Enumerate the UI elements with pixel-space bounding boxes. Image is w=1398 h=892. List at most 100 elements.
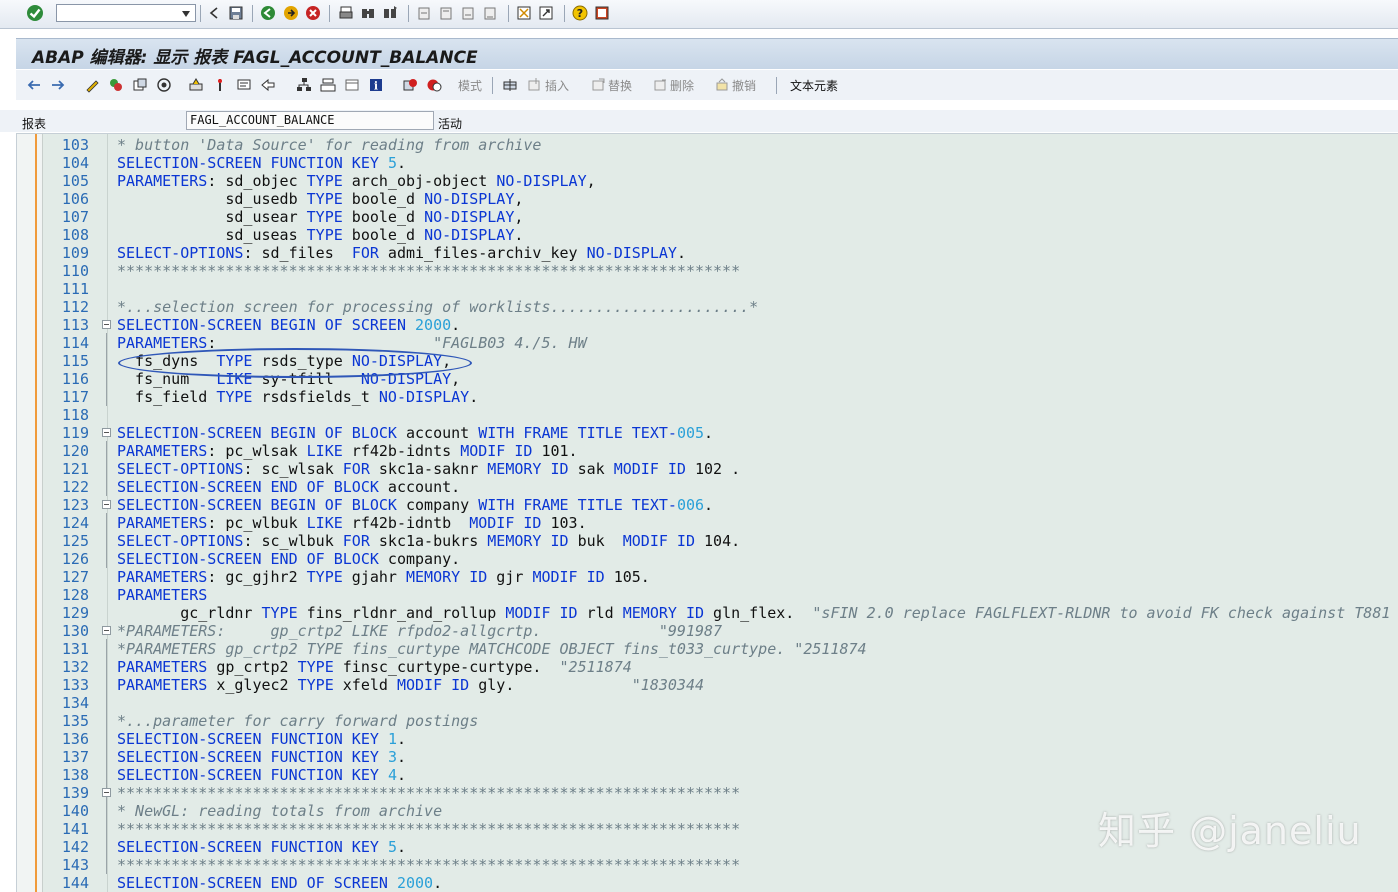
previous-page-icon[interactable] <box>438 5 454 21</box>
code-line[interactable]: 129 gc_rldnr TYPE fins_rldnr_and_rollup … <box>17 604 1398 622</box>
code-line[interactable]: 106 sd_usedb TYPE boole_d NO-DISPLAY, <box>17 190 1398 208</box>
fullscreen-icon[interactable] <box>344 77 360 93</box>
code-line[interactable]: 143*************************************… <box>17 856 1398 874</box>
code-line[interactable]: 109SELECT-OPTIONS: sd_files FOR admi_fil… <box>17 244 1398 262</box>
print-icon[interactable] <box>338 5 354 21</box>
code-token: *...selection screen for processing of w… <box>117 298 758 316</box>
code-line[interactable]: 111 <box>17 280 1398 298</box>
code-line[interactable]: 107 sd_usear TYPE boole_d NO-DISPLAY, <box>17 208 1398 226</box>
pretty-printer-icon[interactable] <box>502 77 518 93</box>
program-name-field[interactable]: FAGL_ACCOUNT_BALANCE <box>186 111 434 130</box>
code-line[interactable]: 127PARAMETERS: gc_gjhr2 TYPE gjahr MEMOR… <box>17 568 1398 586</box>
forward-arrow-icon[interactable] <box>50 77 66 93</box>
next-page-icon[interactable] <box>460 5 476 21</box>
line-number: 141 <box>43 820 89 838</box>
shortcut-icon[interactable] <box>538 5 554 21</box>
check-syntax-icon[interactable] <box>156 77 172 93</box>
code-line[interactable]: 136SELECTION-SCREEN FUNCTION KEY 1. <box>17 730 1398 748</box>
where-used-icon[interactable] <box>236 77 252 93</box>
code-line[interactable]: 144SELECTION-SCREEN END OF SCREEN 2000. <box>17 874 1398 892</box>
code-line[interactable]: 110*************************************… <box>17 262 1398 280</box>
code-line[interactable]: 138SELECTION-SCREEN FUNCTION KEY 4. <box>17 766 1398 784</box>
other-object-icon[interactable] <box>132 77 148 93</box>
code-token: MEMORY ID <box>487 460 568 478</box>
insert-button[interactable]: 插入 <box>545 77 569 94</box>
back-green-icon[interactable] <box>260 5 276 21</box>
pattern-button[interactable]: 模式 <box>458 77 482 94</box>
code-line[interactable]: 104SELECTION-SCREEN FUNCTION KEY 5. <box>17 154 1398 172</box>
undo-button[interactable]: 撤销 <box>732 77 756 94</box>
fold-toggle-icon[interactable] <box>102 788 111 797</box>
activate-icon[interactable] <box>188 77 204 93</box>
code-line[interactable]: 103* button 'Data Source' for reading fr… <box>17 136 1398 154</box>
code-line[interactable]: 117 fs_field TYPE rsdsfields_t NO-DISPLA… <box>17 388 1398 406</box>
code-line[interactable]: 137SELECTION-SCREEN FUNCTION KEY 3. <box>17 748 1398 766</box>
line-number: 120 <box>43 442 89 460</box>
find-icon[interactable] <box>360 5 376 21</box>
last-page-icon[interactable] <box>482 5 498 21</box>
code-line[interactable]: 134 <box>17 694 1398 712</box>
create-session-icon[interactable] <box>516 5 532 21</box>
active-inactive-icon[interactable] <box>108 77 124 93</box>
fold-toggle-icon[interactable] <box>102 500 111 509</box>
line-number: 116 <box>43 370 89 388</box>
set-breakpoint-icon[interactable] <box>402 77 418 93</box>
fold-toggle-icon[interactable] <box>102 428 111 437</box>
fold-toggle-icon[interactable] <box>102 626 111 635</box>
code-line[interactable]: 131*PARAMETERS gp_crtp2 TYPE fins_curtyp… <box>17 640 1398 658</box>
code-line[interactable]: 123SELECTION-SCREEN BEGIN OF BLOCK compa… <box>17 496 1398 514</box>
code-token: skc1a-bukrs <box>370 532 487 550</box>
first-page-icon[interactable] <box>416 5 432 21</box>
help-icon[interactable]: ? <box>572 5 588 21</box>
code-line[interactable]: 105PARAMETERS: sd_objec TYPE arch_obj-ob… <box>17 172 1398 190</box>
display-change-icon[interactable] <box>84 77 100 93</box>
text-elements-button[interactable]: 文本元素 <box>790 77 838 94</box>
fold-toggle-icon[interactable] <box>102 320 111 329</box>
cancel-red-icon[interactable] <box>305 5 321 21</box>
code-line[interactable]: 128PARAMETERS <box>17 586 1398 604</box>
info-icon[interactable]: i <box>368 77 384 93</box>
customize-layout-icon[interactable] <box>594 5 610 21</box>
code-line[interactable]: 112*...selection screen for processing o… <box>17 298 1398 316</box>
code-line[interactable]: 126SELECTION-SCREEN END OF BLOCK company… <box>17 550 1398 568</box>
navigation-window-icon[interactable] <box>260 77 276 93</box>
code-token: SELECTION-SCREEN END OF BLOCK <box>117 550 379 568</box>
exit-yellow-icon[interactable] <box>283 5 299 21</box>
code-line[interactable]: 118 <box>17 406 1398 424</box>
code-line[interactable]: 108 sd_useas TYPE boole_d NO-DISPLAY. <box>17 226 1398 244</box>
code-line[interactable]: 132PARAMETERS gp_crtp2 TYPE finsc_curtyp… <box>17 658 1398 676</box>
find-next-icon[interactable] <box>382 5 398 21</box>
code-line[interactable]: 113SELECTION-SCREEN BEGIN OF SCREEN 2000… <box>17 316 1398 334</box>
code-token: fs_field <box>117 388 216 406</box>
code-line[interactable]: 122SELECTION-SCREEN END OF BLOCK account… <box>17 478 1398 496</box>
code-line[interactable]: 121SELECT-OPTIONS: sc_wlsak FOR skc1a-sa… <box>17 460 1398 478</box>
delete-button[interactable]: 删除 <box>670 77 694 94</box>
code-token: * NewGL: reading totals from archive <box>117 802 442 820</box>
code-text: PARAMETERS: gc_gjhr2 TYPE gjahr MEMORY I… <box>117 568 650 586</box>
test-icon[interactable] <box>212 77 228 93</box>
enter-check-icon[interactable] <box>26 4 44 22</box>
replace-button[interactable]: 替换 <box>608 77 632 94</box>
save-icon[interactable] <box>228 5 244 21</box>
line-number: 140 <box>43 802 89 820</box>
code-editor[interactable]: 103* button 'Data Source' for reading fr… <box>16 133 1398 892</box>
code-token: TYPE <box>307 568 343 586</box>
back-arrow-icon[interactable] <box>206 5 222 21</box>
code-text: * button 'Data Source' for reading from … <box>117 136 541 154</box>
code-line[interactable]: 135*...parameter for carry forward posti… <box>17 712 1398 730</box>
code-line[interactable]: 124PARAMETERS: pc_wlbuk LIKE rf42b-idntb… <box>17 514 1398 532</box>
session-breakpoint-icon[interactable] <box>426 77 442 93</box>
display-object-list-icon[interactable] <box>320 77 336 93</box>
code-line[interactable]: 120PARAMETERS: pc_wlsak LIKE rf42b-idnts… <box>17 442 1398 460</box>
code-line[interactable]: 133PARAMETERS x_glyec2 TYPE xfeld MODIF … <box>17 676 1398 694</box>
code-line[interactable]: 130*PARAMETERS: gp_crtp2 LIKE rfpdo2-all… <box>17 622 1398 640</box>
command-dropdown-icon[interactable] <box>181 10 191 18</box>
code-text: PARAMETERS: pc_wlbuk LIKE rf42b-idntb MO… <box>117 514 587 532</box>
back-arrow-icon[interactable] <box>26 77 42 93</box>
code-token: SELECTION-SCREEN BEGIN OF BLOCK <box>117 424 397 442</box>
code-token: finsc_curtype-curtype. <box>334 658 560 676</box>
code-line[interactable]: 125SELECT-OPTIONS: sc_wlbuk FOR skc1a-bu… <box>17 532 1398 550</box>
object-list-icon[interactable] <box>296 77 312 93</box>
command-field[interactable] <box>56 4 196 22</box>
code-line[interactable]: 119SELECTION-SCREEN BEGIN OF BLOCK accou… <box>17 424 1398 442</box>
